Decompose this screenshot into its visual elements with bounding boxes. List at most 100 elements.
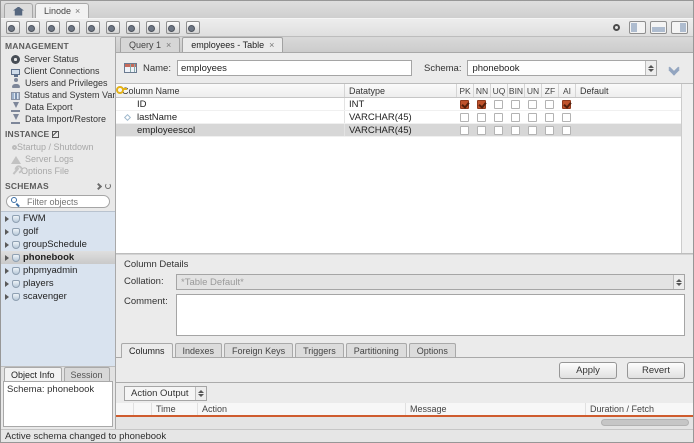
close-icon[interactable]: ×: [166, 40, 171, 50]
schema-item-phonebook[interactable]: phonebook: [1, 251, 115, 264]
ai-checkbox[interactable]: [562, 125, 571, 135]
collapse-header-button[interactable]: [663, 61, 685, 76]
tab-session[interactable]: Session: [63, 367, 110, 381]
tab-indexes[interactable]: Indexes: [174, 343, 223, 358]
schema-item-groupschedule[interactable]: groupSchedule: [1, 238, 115, 251]
sidebar-item-status-variables[interactable]: Status and System Variables: [1, 89, 115, 101]
expand-icon[interactable]: [94, 182, 103, 190]
tab-foreign-keys[interactable]: Foreign Keys: [224, 343, 294, 358]
open-sql-script-icon[interactable]: [26, 21, 40, 34]
uq-checkbox[interactable]: [494, 99, 503, 109]
bin-checkbox[interactable]: [511, 99, 520, 109]
create-trigger-icon[interactable]: [146, 21, 160, 34]
schema-item-phpmyadmin[interactable]: phpmyadmin: [1, 264, 115, 277]
uq-checkbox[interactable]: [494, 125, 503, 135]
sidebar-item-startup-shutdown[interactable]: Startup / Shutdown: [1, 141, 115, 153]
create-schema-icon[interactable]: [46, 21, 60, 34]
search-objects-icon[interactable]: [166, 21, 180, 34]
zf-checkbox[interactable]: [545, 112, 554, 122]
un-checkbox[interactable]: [528, 99, 537, 109]
chevron-right-icon[interactable]: [5, 215, 9, 222]
header-ai[interactable]: AI: [558, 84, 575, 97]
tab-query1[interactable]: Query 1 ×: [120, 37, 181, 52]
filter-objects-input[interactable]: [27, 196, 107, 207]
zf-checkbox[interactable]: [545, 125, 554, 135]
chevron-right-icon[interactable]: [5, 241, 9, 248]
sidebar-item-data-import[interactable]: Data Import/Restore: [1, 113, 115, 125]
bin-checkbox[interactable]: [511, 112, 520, 122]
pk-checkbox[interactable]: [460, 125, 469, 135]
tab-triggers[interactable]: Triggers: [295, 343, 344, 358]
sidebar-item-users-privileges[interactable]: Users and Privileges: [1, 77, 115, 89]
tab-employees-table[interactable]: employees - Table ×: [182, 37, 284, 52]
chevron-right-icon[interactable]: [5, 280, 9, 287]
table-row[interactable]: employeescol VARCHAR(45): [116, 124, 693, 137]
apply-button[interactable]: Apply: [559, 361, 617, 379]
chevron-right-icon[interactable]: [5, 293, 9, 300]
home-tab[interactable]: [4, 3, 33, 18]
un-checkbox[interactable]: [528, 112, 537, 122]
table-row[interactable]: lastName VARCHAR(45): [116, 111, 693, 124]
table-row[interactable]: ID INT: [116, 98, 693, 111]
grid-vertical-scrollbar[interactable]: [681, 84, 693, 253]
header-nn[interactable]: NN: [473, 84, 490, 97]
comment-textarea[interactable]: [176, 294, 685, 336]
ai-checkbox[interactable]: [562, 112, 571, 122]
sidebar-item-data-export[interactable]: Data Export: [1, 101, 115, 113]
sidebar-item-client-connections[interactable]: Client Connections: [1, 65, 115, 77]
ai-checkbox[interactable]: [562, 99, 571, 109]
header-default[interactable]: Default: [575, 84, 681, 97]
tab-partitioning[interactable]: Partitioning: [345, 343, 407, 358]
header-datatype[interactable]: Datatype: [344, 84, 456, 97]
new-sql-tab-icon[interactable]: [6, 21, 20, 34]
nn-checkbox[interactable]: [477, 125, 486, 135]
header-un[interactable]: UN: [524, 84, 541, 97]
chevron-right-icon[interactable]: [5, 228, 9, 235]
create-function-icon[interactable]: [126, 21, 140, 34]
bin-checkbox[interactable]: [511, 125, 520, 135]
stepper-icon[interactable]: [645, 61, 656, 75]
schema-item-golf[interactable]: golf: [1, 225, 115, 238]
revert-button[interactable]: Revert: [627, 361, 685, 379]
sidebar-item-server-status[interactable]: Server Status: [1, 53, 115, 65]
toggle-right-panel-button[interactable]: [671, 21, 688, 34]
schema-item-scavenger[interactable]: scavenger: [1, 290, 115, 303]
output-type-select[interactable]: Action Output: [124, 385, 207, 401]
schema-item-fwm[interactable]: FWM: [1, 212, 115, 225]
header-column-name[interactable]: Column Name: [116, 86, 344, 96]
toggle-bottom-panel-button[interactable]: [650, 21, 667, 34]
schema-item-players[interactable]: players: [1, 277, 115, 290]
close-icon[interactable]: ×: [269, 40, 274, 50]
un-checkbox[interactable]: [528, 125, 537, 135]
header-zf[interactable]: ZF: [541, 84, 558, 97]
tab-columns[interactable]: Columns: [121, 343, 173, 358]
horizontal-scrollbar[interactable]: [601, 419, 689, 426]
toggle-left-panel-button[interactable]: [629, 21, 646, 34]
sidebar-item-server-logs[interactable]: Server Logs: [1, 153, 115, 165]
tab-object-info[interactable]: Object Info: [4, 367, 62, 381]
table-name-input[interactable]: [176, 60, 412, 76]
zf-checkbox[interactable]: [545, 99, 554, 109]
create-view-icon[interactable]: [86, 21, 100, 34]
pk-checkbox[interactable]: [460, 112, 469, 122]
chevron-right-icon[interactable]: [5, 267, 9, 274]
stepper-icon[interactable]: [194, 386, 206, 400]
reconnect-server-icon[interactable]: [186, 21, 200, 34]
connection-tab[interactable]: Linode ×: [35, 3, 90, 18]
nn-checkbox[interactable]: [477, 112, 486, 122]
create-procedure-icon[interactable]: [106, 21, 120, 34]
collation-select[interactable]: *Table Default*: [176, 274, 685, 290]
header-bin[interactable]: BIN: [507, 84, 524, 97]
refresh-icon[interactable]: [105, 183, 111, 189]
close-icon[interactable]: ×: [75, 6, 80, 16]
chevron-right-icon[interactable]: [5, 254, 9, 261]
tab-options[interactable]: Options: [408, 343, 456, 358]
sidebar-item-options-file[interactable]: Options File: [1, 165, 115, 177]
header-uq[interactable]: UQ: [490, 84, 507, 97]
pk-checkbox[interactable]: [460, 99, 469, 109]
uq-checkbox[interactable]: [494, 112, 503, 122]
nn-checkbox[interactable]: [477, 99, 486, 109]
create-table-icon[interactable]: [66, 21, 80, 34]
grid-empty-area[interactable]: [116, 137, 693, 253]
header-pk[interactable]: PK: [456, 84, 473, 97]
